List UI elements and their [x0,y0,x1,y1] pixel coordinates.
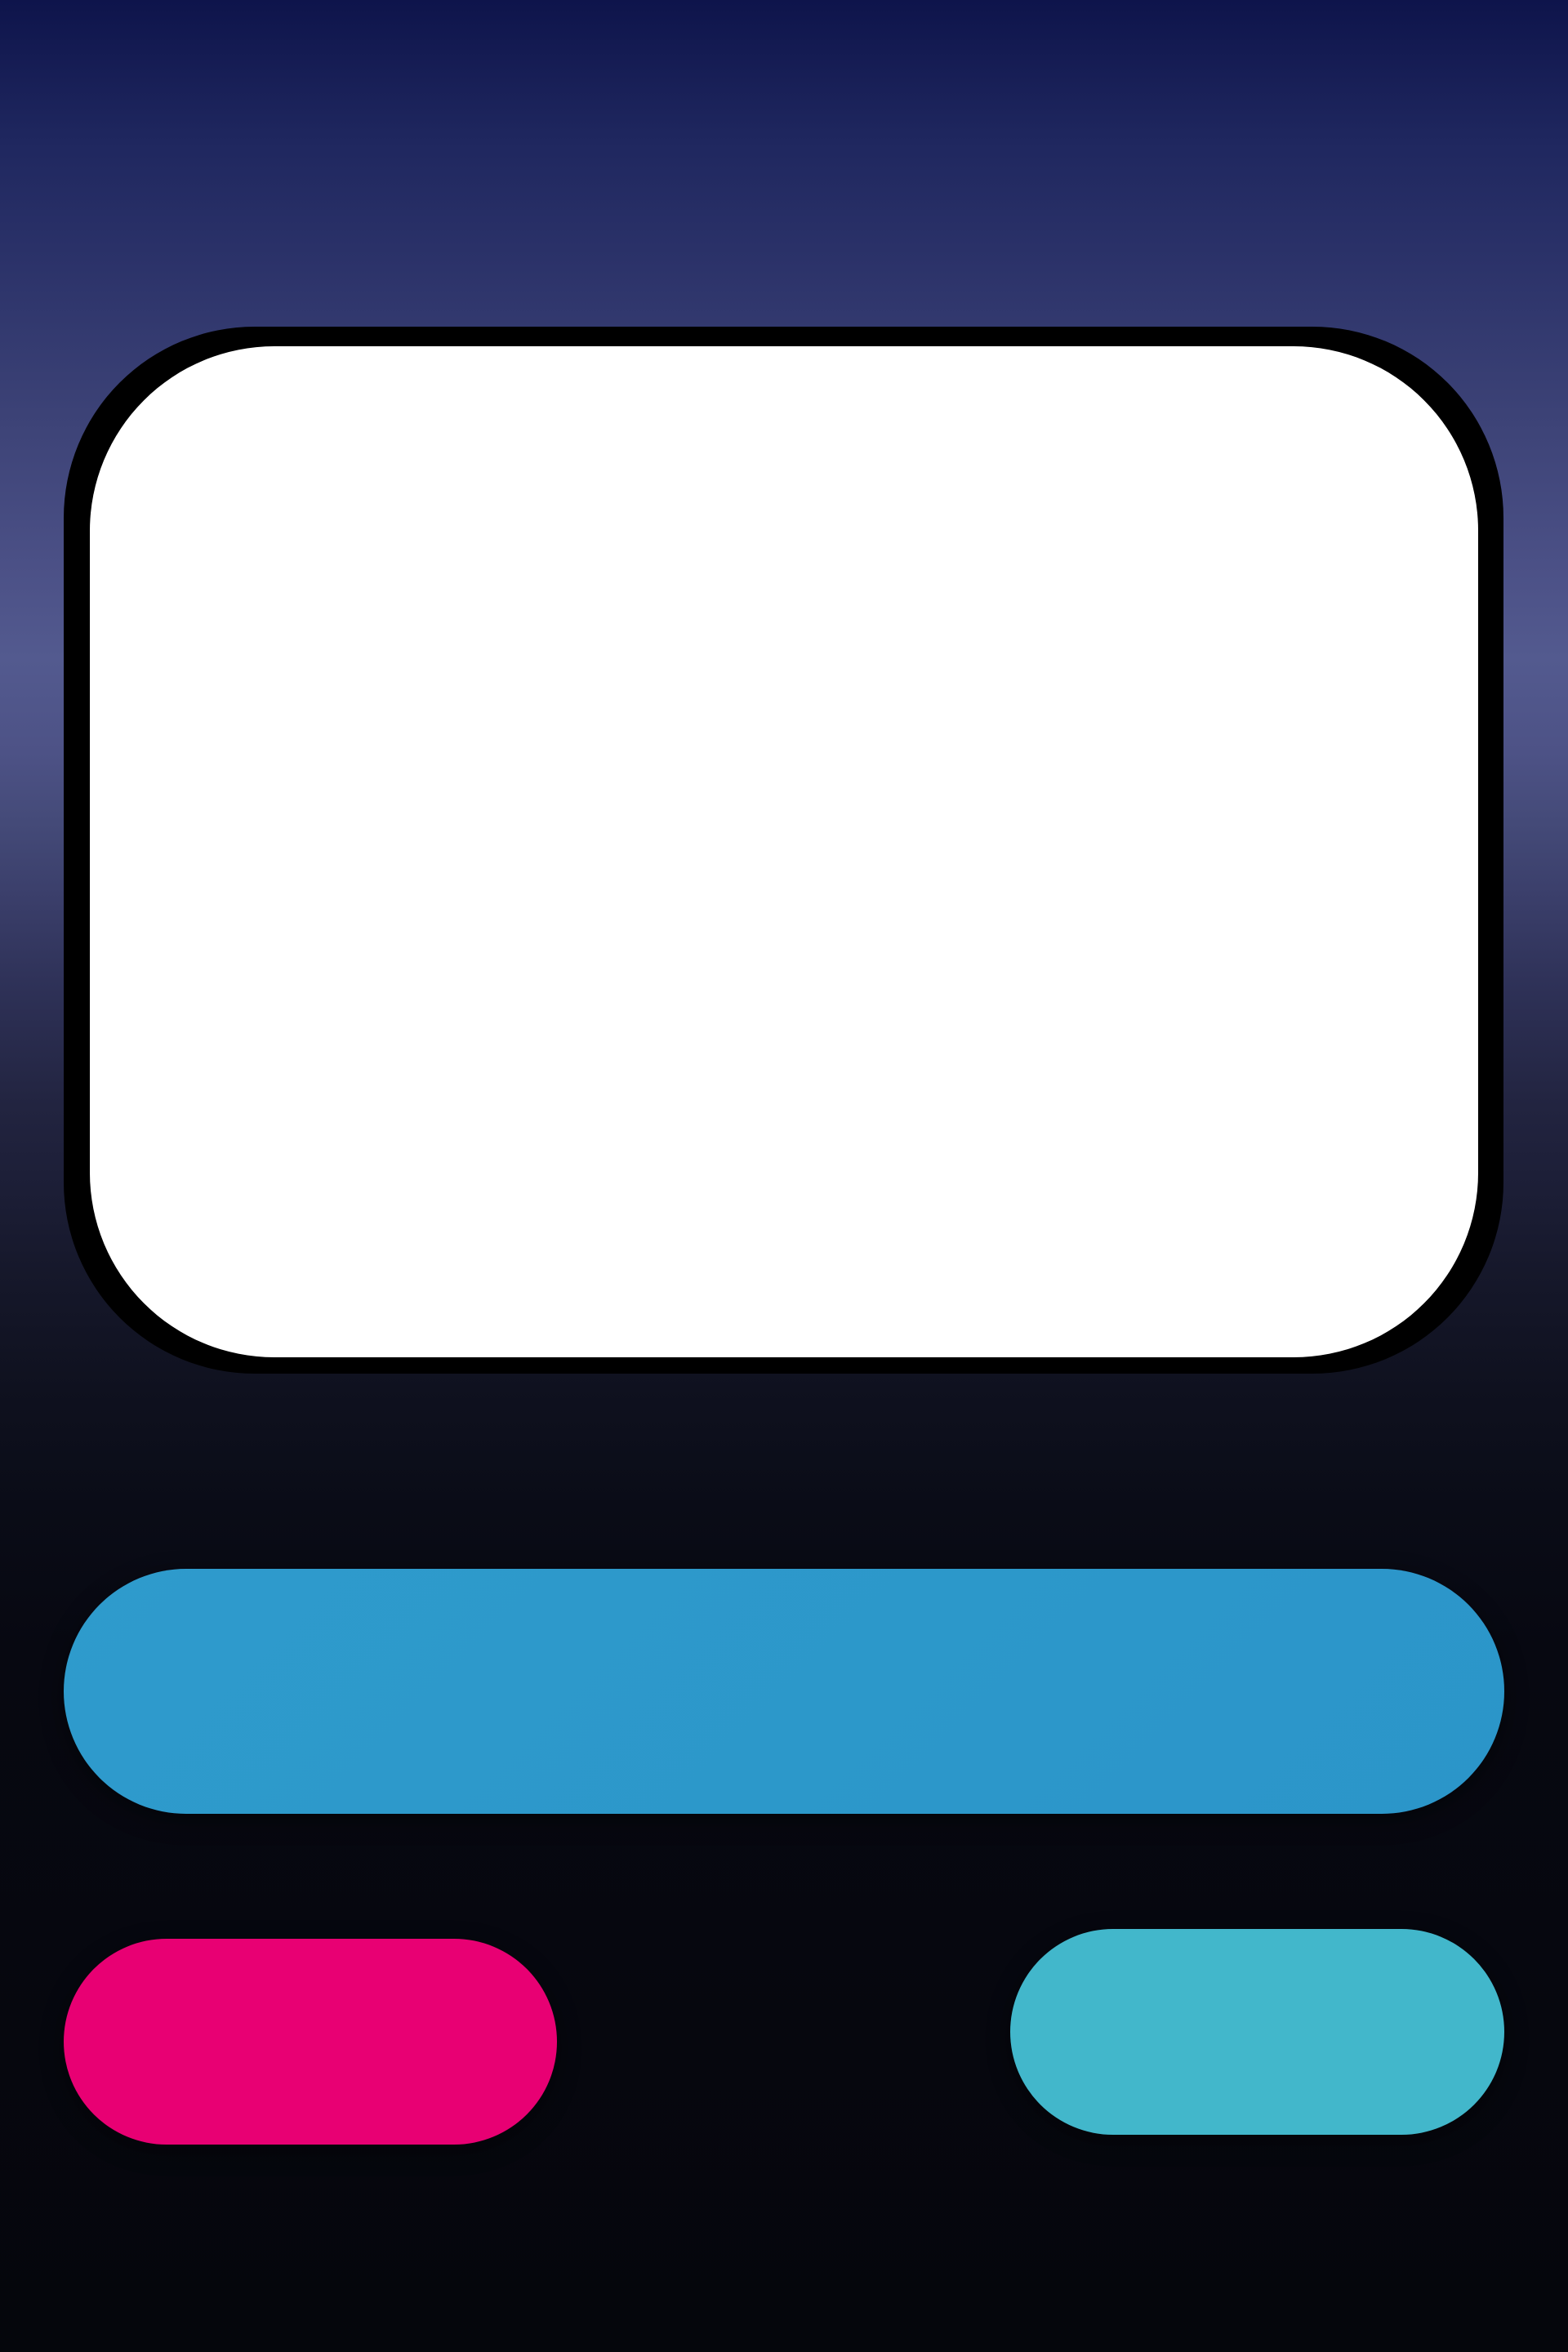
left-pink-button[interactable] [64,1939,557,2145]
right-teal-button[interactable] [1010,1929,1504,2135]
screen-panel [90,346,1478,1357]
primary-wide-button[interactable] [64,1569,1504,1814]
